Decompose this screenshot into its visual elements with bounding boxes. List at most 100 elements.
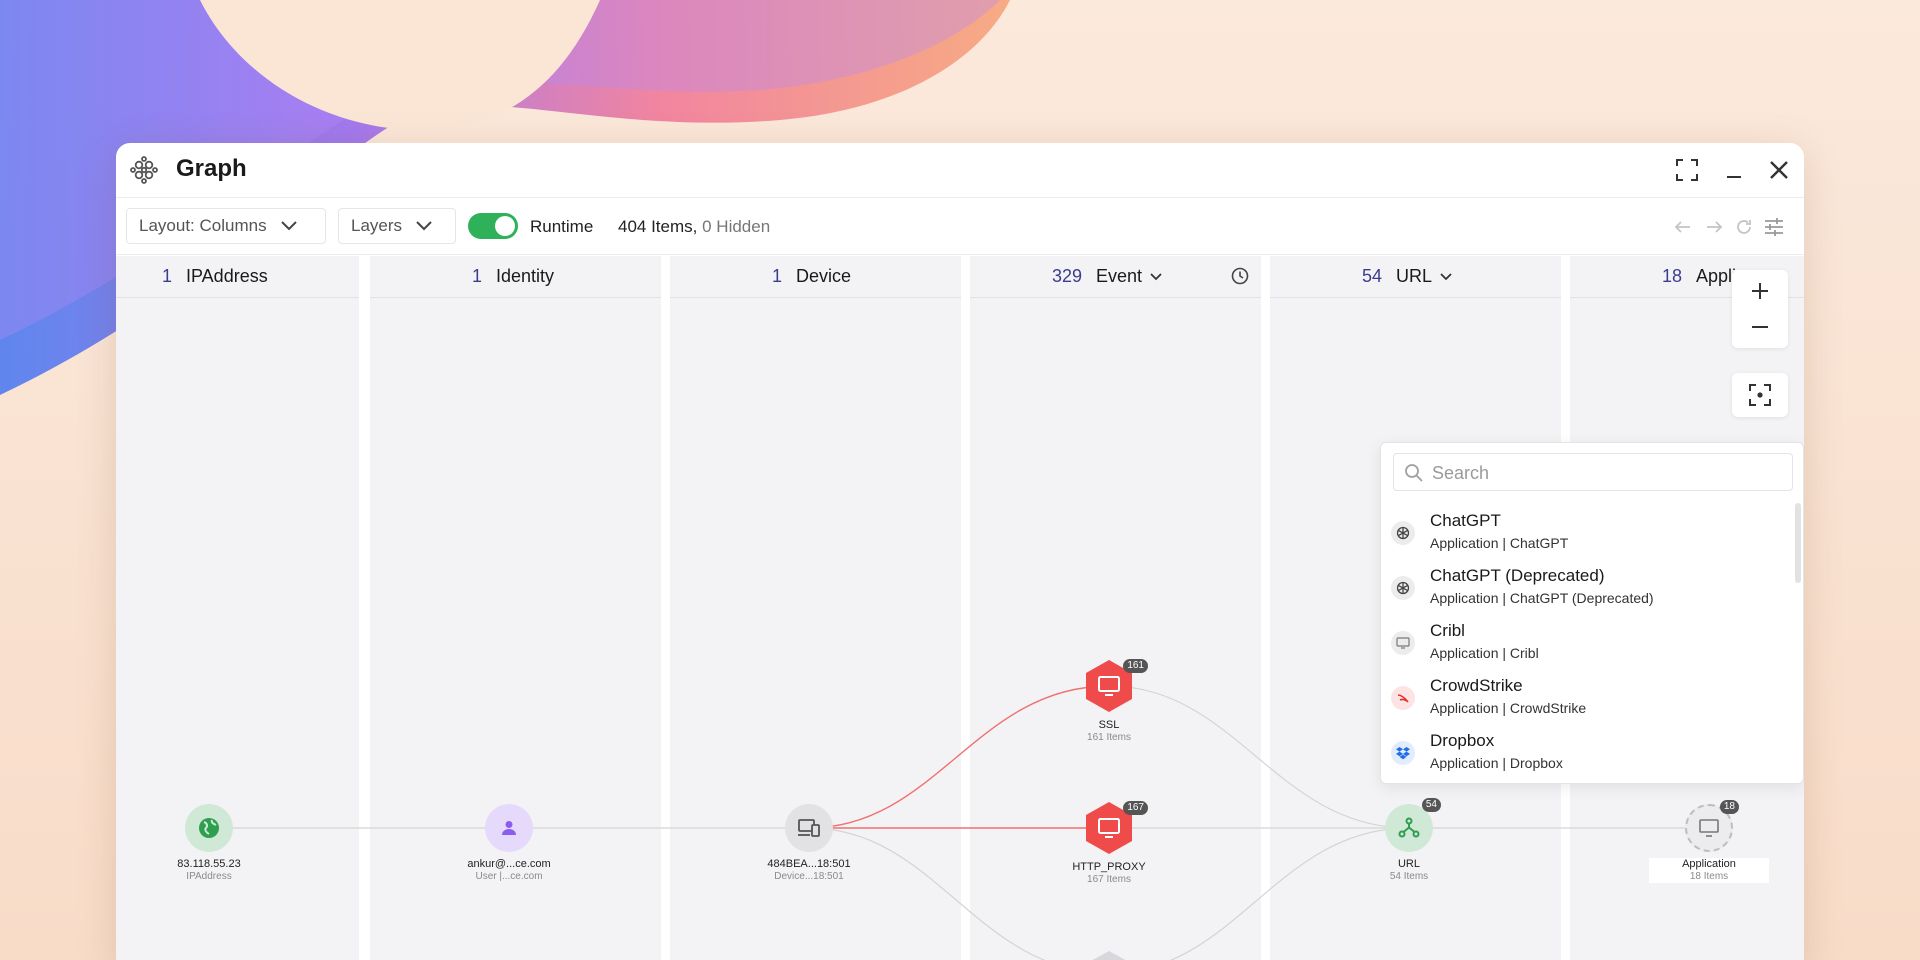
close-icon	[1770, 161, 1788, 179]
chevron-down-icon	[280, 221, 297, 231]
node-label: SSL	[1098, 719, 1120, 731]
column-count: 18	[1661, 266, 1682, 286]
items-total: 404 Items,	[618, 217, 698, 236]
node-sublabel: 167 Items	[1087, 874, 1131, 885]
chevron-down-icon[interactable]	[1440, 272, 1452, 281]
count-badge: 18	[1719, 800, 1739, 814]
runtime-label: Runtime	[530, 217, 594, 236]
forward-button[interactable]	[1702, 215, 1726, 239]
list-item-subtitle: Application | Dropbox	[1430, 755, 1563, 771]
layers-dropdown[interactable]: Layers	[338, 208, 456, 244]
zoom-controls	[1732, 270, 1788, 348]
list-item[interactable]: ChatGPT Application | ChatGPT	[1381, 505, 1791, 560]
close-button[interactable]	[1764, 155, 1794, 185]
monitor-icon: 167	[1084, 801, 1148, 855]
sliders-icon	[1765, 218, 1783, 236]
settings-button[interactable]	[1762, 215, 1786, 239]
search-icon	[1404, 463, 1424, 488]
minus-icon	[1752, 326, 1768, 328]
chevron-down-icon[interactable]	[1150, 272, 1162, 281]
list-item-title: Cribl	[1430, 621, 1465, 640]
refresh-button[interactable]	[1732, 215, 1756, 239]
runtime-toggle[interactable]	[468, 213, 518, 239]
graph-window: Graph Layout: Columns Layers Runtime 404…	[116, 143, 1804, 960]
list-item[interactable]: Dropbox Application | Dropbox	[1381, 725, 1791, 780]
list-item-subtitle: Application | ChatGPT (Deprecated)	[1430, 590, 1654, 606]
back-button[interactable]	[1671, 215, 1695, 239]
search-input[interactable]	[1432, 460, 1782, 486]
monitor-icon: 18	[1685, 800, 1739, 852]
user-icon	[485, 804, 533, 852]
column-count: 1	[161, 266, 172, 286]
list-item-title: Dropbox	[1430, 731, 1495, 750]
node-application[interactable]: 18 Application 18 Items	[1649, 800, 1769, 883]
column-count: 1	[771, 266, 782, 286]
devices-icon	[785, 804, 833, 852]
monitor-icon	[1391, 631, 1415, 655]
node-ipaddress[interactable]: 83.118.55.23 IPAddress	[149, 804, 269, 883]
column-count: 329	[1051, 266, 1082, 286]
search-panel: ChatGPT Application | ChatGPT ChatGPT (D…	[1380, 442, 1804, 784]
crowdstrike-icon	[1391, 686, 1415, 710]
node-sublabel: IPAddress	[186, 871, 232, 882]
list-item-subtitle: Application | CrowdStrike	[1430, 700, 1587, 716]
list-item-title: CrowdStrike	[1430, 676, 1523, 695]
openai-icon	[1391, 521, 1415, 545]
list-item[interactable]: ChatGPT (Deprecated) Application | ChatG…	[1381, 560, 1791, 615]
node-label: Application	[1649, 858, 1769, 871]
monitor-icon: 161	[1084, 659, 1148, 713]
column-title: Identity	[496, 266, 555, 286]
count-badge: 161	[1123, 659, 1148, 673]
window-title: Graph	[176, 155, 247, 182]
search-results-list: ChatGPT Application | ChatGPT ChatGPT (D…	[1381, 505, 1791, 780]
list-item-subtitle: Application | Cribl	[1430, 645, 1539, 661]
layout-dropdown-label: Layout: Columns	[139, 216, 267, 235]
zoom-in-button[interactable]	[1732, 274, 1788, 308]
node-label: 484BEA...18:501	[767, 858, 851, 870]
column-header[interactable]: 54 URL	[1270, 256, 1561, 298]
node-label: 83.118.55.23	[177, 858, 241, 870]
node-sublabel: 54 Items	[1389, 871, 1429, 882]
list-item-title: ChatGPT (Deprecated)	[1430, 566, 1605, 585]
globe-icon	[185, 804, 233, 852]
fit-view-button[interactable]	[1732, 373, 1788, 417]
layers-dropdown-label: Layers	[351, 216, 403, 235]
node-http-proxy[interactable]: 167 HTTP_PROXY 167 Items	[1049, 801, 1169, 886]
column-title: Device	[796, 266, 852, 286]
column-header[interactable]: 329 Event	[970, 256, 1261, 298]
clock-icon[interactable]	[1231, 267, 1249, 290]
plus-icon	[1752, 283, 1768, 299]
column-title: IPAddress	[186, 266, 268, 286]
column-count: 1	[471, 266, 482, 286]
column-title: Event	[1096, 266, 1143, 286]
column-title: URL	[1396, 266, 1433, 286]
node-label: HTTP_PROXY	[1072, 861, 1146, 873]
node-ssl[interactable]: 161 SSL 161 Items	[1049, 659, 1169, 744]
node-sublabel: User |...ce.com	[475, 871, 543, 882]
list-item[interactable]: CrowdStrike Application | CrowdStrike	[1381, 670, 1791, 725]
node-device[interactable]: 484BEA...18:501 Device...18:501	[749, 804, 869, 883]
node-label: ankur@...ce.com	[467, 858, 551, 870]
scrollbar[interactable]	[1795, 503, 1801, 583]
column-header: 1 Identity	[370, 256, 661, 298]
arrow-left-icon	[1674, 221, 1690, 233]
node-sublabel: 161 Items	[1087, 732, 1131, 743]
node-url[interactable]: 54 URL 54 Items	[1349, 798, 1469, 883]
hidden-count: 0 Hidden	[702, 217, 771, 236]
node-identity[interactable]: ankur@...ce.com User |...ce.com	[449, 804, 569, 883]
fullscreen-icon	[1676, 159, 1698, 181]
column-header: 1 IPAddress	[116, 256, 359, 298]
count-badge: 54	[1421, 798, 1441, 812]
list-item[interactable]: Cribl Application | Cribl	[1381, 615, 1791, 670]
openai-icon	[1391, 576, 1415, 600]
zoom-out-button[interactable]	[1732, 310, 1788, 344]
count-badge: 167	[1123, 801, 1148, 815]
chevron-down-icon	[416, 221, 432, 231]
graph-app-icon	[130, 156, 158, 184]
minimize-button[interactable]	[1719, 155, 1749, 185]
list-item-subtitle: Application | ChatGPT	[1430, 535, 1569, 551]
fullscreen-button[interactable]	[1672, 155, 1702, 185]
layout-dropdown[interactable]: Layout: Columns	[126, 208, 326, 244]
minimize-icon	[1727, 176, 1741, 178]
refresh-icon	[1737, 220, 1751, 234]
